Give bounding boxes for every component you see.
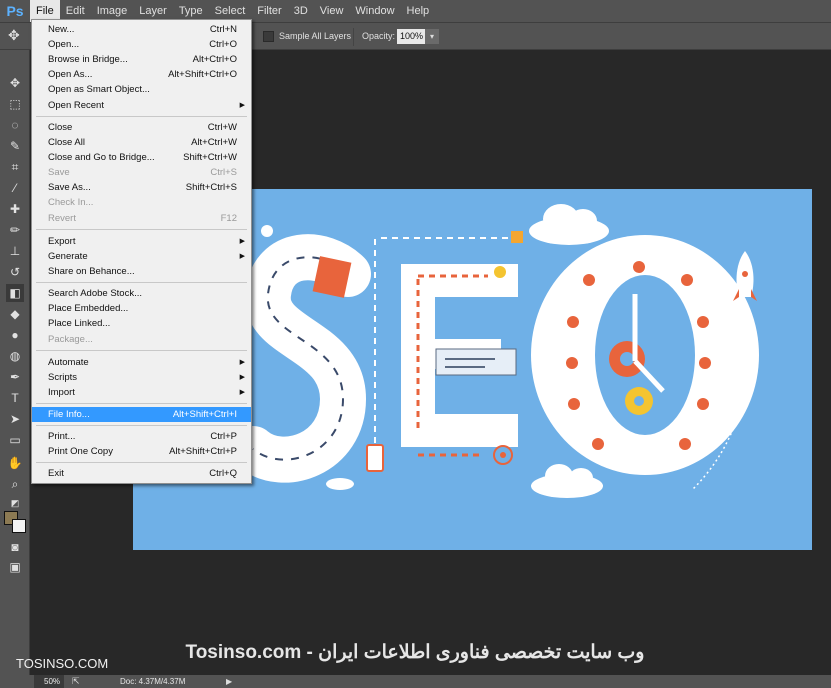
menu-item-browse-in-bridge[interactable]: Browse in Bridge... Alt+Ctrl+O bbox=[32, 52, 251, 67]
marquee-tool-icon[interactable]: ⬚ bbox=[6, 95, 24, 113]
status-menu-arrow-icon[interactable]: ▶ bbox=[226, 675, 232, 688]
lasso-tool-icon[interactable]: ◌ bbox=[6, 116, 24, 134]
menu-item-print-one-copy[interactable]: Print One Copy Alt+Shift+Ctrl+P bbox=[32, 444, 251, 459]
type-tool-icon[interactable]: T bbox=[6, 389, 24, 407]
menu-item-revert: Revert F12 bbox=[48, 213, 237, 224]
menu-item-file-info[interactable]: File Info... Alt+Shift+Ctrl+I bbox=[32, 407, 251, 422]
menu-window[interactable]: Window bbox=[349, 0, 400, 22]
menu-item-search-adobe-stock[interactable]: Search Adobe Stock... bbox=[32, 286, 251, 301]
submenu-arrow-icon: ▶ bbox=[239, 102, 245, 109]
menu-item-close-and-go-to-bridge[interactable]: Close and Go to Bridge... Shift+Ctrl+W bbox=[32, 150, 251, 165]
opacity-dropdown-icon[interactable]: ▾ bbox=[425, 29, 439, 44]
submenu-arrow-icon: ▶ bbox=[239, 253, 245, 260]
menu-item-place-linked[interactable]: Place Linked... bbox=[32, 316, 251, 331]
quick-mask-icon[interactable]: ◙ bbox=[6, 538, 24, 556]
path-selection-tool-icon[interactable]: ➤ bbox=[6, 410, 24, 428]
move-tool-icon[interactable]: ✥ bbox=[6, 74, 24, 92]
menu-item-scripts[interactable]: Scripts ▶ bbox=[32, 370, 251, 385]
menu-item-export[interactable]: Export ▶ bbox=[32, 234, 251, 249]
menu-item-exit[interactable]: Exit Ctrl+Q bbox=[32, 466, 251, 481]
rectangle-tool-icon[interactable]: ▭ bbox=[6, 431, 24, 449]
menu-item-save-as[interactable]: Save As... Shift+Ctrl+S bbox=[32, 180, 251, 195]
menu-separator bbox=[36, 282, 247, 283]
watermark-site-tag: TOSINSO.COM bbox=[16, 656, 109, 671]
submenu-arrow-icon: ▶ bbox=[239, 374, 245, 381]
menu-item-new[interactable]: New... Ctrl+N bbox=[32, 22, 251, 37]
clone-stamp-tool-icon[interactable]: ⊥ bbox=[6, 242, 24, 260]
menu-item-close[interactable]: Close Ctrl+W bbox=[32, 120, 251, 135]
paint-bucket-tool-icon[interactable]: ◆ bbox=[6, 305, 24, 323]
history-brush-tool-icon[interactable]: ↺ bbox=[6, 263, 24, 281]
photoshop-logo: Ps bbox=[6, 3, 24, 19]
tool-preset-icon[interactable]: ✥ bbox=[8, 27, 32, 45]
quick-select-tool-icon[interactable]: ✎ bbox=[6, 137, 24, 155]
submenu-arrow-icon: ▶ bbox=[239, 238, 245, 245]
sample-all-layers-label: Sample All Layers bbox=[279, 31, 352, 41]
brush-tool-icon[interactable]: ✏ bbox=[6, 221, 24, 239]
zoom-tool-icon[interactable]: ⌕ bbox=[6, 475, 24, 493]
menu-separator bbox=[36, 116, 247, 117]
screen-mode-icon[interactable]: ▣ bbox=[6, 558, 24, 576]
blur-tool-icon[interactable]: ● bbox=[6, 326, 24, 344]
default-colors-icon[interactable]: ◩ bbox=[6, 494, 24, 512]
menu-separator bbox=[36, 229, 247, 230]
submenu-arrow-icon: ▶ bbox=[239, 359, 245, 366]
tools-panel: ✥ ⬚ ◌ ✎ ⌗ ⁄ ✚ ✏ ⊥ ↺ ◧ ◆ ● ◍ ✒ T ➤ ▭ ✋ ⌕ … bbox=[0, 50, 30, 675]
menu-item-open[interactable]: Open... Ctrl+O bbox=[32, 37, 251, 52]
menu-item-open-recent[interactable]: Open Recent ▶ bbox=[32, 98, 251, 113]
menu-3d[interactable]: 3D bbox=[288, 0, 314, 22]
menu-help[interactable]: Help bbox=[401, 0, 436, 22]
menu-separator bbox=[36, 425, 247, 426]
zoom-level-field[interactable]: 50% bbox=[34, 675, 64, 688]
menu-item-import[interactable]: Import ▶ bbox=[32, 385, 251, 400]
submenu-arrow-icon: ▶ bbox=[239, 389, 245, 396]
menu-separator bbox=[36, 403, 247, 404]
healing-brush-tool-icon[interactable]: ✚ bbox=[6, 200, 24, 218]
menu-item-package: Package... bbox=[48, 334, 93, 345]
menu-item-save: Save Ctrl+S bbox=[48, 167, 237, 178]
dodge-tool-icon[interactable]: ◍ bbox=[6, 347, 24, 365]
menu-filter[interactable]: Filter bbox=[251, 0, 287, 22]
opacity-field[interactable]: 100% bbox=[397, 29, 425, 44]
sample-all-layers-checkbox[interactable] bbox=[263, 31, 274, 42]
file-menu-dropdown: New... Ctrl+N Open... Ctrl+O Browse in Bri… bbox=[31, 19, 252, 484]
menu-item-share-on-behance[interactable]: Share on Behance... bbox=[32, 264, 251, 279]
menu-item-print[interactable]: Print... Ctrl+P bbox=[32, 429, 251, 444]
opacity-label: Opacity: bbox=[362, 31, 396, 41]
background-color-swatch[interactable] bbox=[12, 519, 26, 533]
export-icon[interactable]: ⇱ bbox=[72, 675, 80, 688]
pen-tool-icon[interactable]: ✒ bbox=[6, 368, 24, 386]
menu-item-place-embedded[interactable]: Place Embedded... bbox=[32, 301, 251, 316]
eyedropper-tool-icon[interactable]: ⁄ bbox=[6, 179, 24, 197]
crop-tool-icon[interactable]: ⌗ bbox=[6, 158, 24, 176]
menu-item-automate[interactable]: Automate ▶ bbox=[32, 355, 251, 370]
eraser-tool-icon[interactable]: ◧ bbox=[6, 284, 24, 302]
document-size-info: Doc: 4.37M/4.37M bbox=[120, 677, 186, 686]
hand-tool-icon[interactable]: ✋ bbox=[6, 454, 24, 472]
menu-item-open-as[interactable]: Open As... Alt+Shift+Ctrl+O bbox=[32, 67, 251, 82]
menu-item-check-in: Check In... bbox=[48, 197, 94, 208]
menu-separator bbox=[36, 462, 247, 463]
watermark-caption: Tosinso.com - وب سایت تخصصی فناوری اطلاع… bbox=[185, 642, 645, 663]
menu-item-close-all[interactable]: Close All Alt+Ctrl+W bbox=[32, 135, 251, 150]
status-bar: 50% ⇱ Doc: 4.37M/4.37M ▶ bbox=[0, 675, 831, 688]
menu-item-open-as-smart-object[interactable]: Open as Smart Object... bbox=[32, 82, 251, 97]
options-divider bbox=[353, 28, 354, 46]
menu-separator bbox=[36, 350, 247, 351]
menu-view[interactable]: View bbox=[314, 0, 350, 22]
menu-item-generate[interactable]: Generate ▶ bbox=[32, 249, 251, 264]
